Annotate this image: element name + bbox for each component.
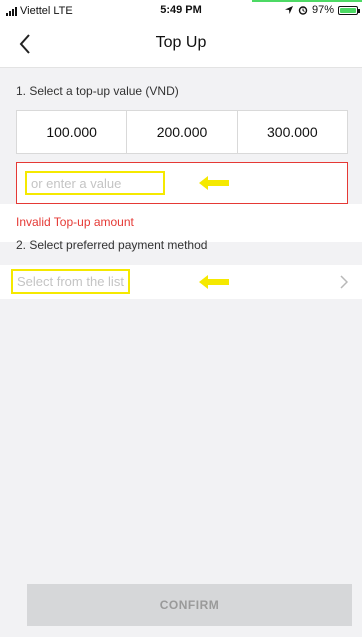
arrow-left-icon	[199, 176, 229, 190]
battery-percent: 97%	[311, 4, 334, 16]
status-bar: Viettel LTE 5:49 PM 97%	[0, 0, 362, 20]
amount-options: 100.000 200.000 300.000	[16, 110, 348, 154]
confirm-button[interactable]: CONFIRM	[27, 584, 352, 626]
amount-option-200000[interactable]: 200.000	[127, 111, 238, 153]
payment-method-placeholder: Select from the list	[11, 269, 130, 294]
alarm-icon	[298, 6, 308, 15]
custom-amount-input[interactable]	[25, 171, 165, 195]
chevron-right-icon	[340, 275, 348, 289]
nav-bar: Top Up	[0, 20, 362, 68]
content-area: 1. Select a top-up value (VND) 100.000 2…	[0, 68, 362, 637]
page-title: Top Up	[155, 34, 207, 51]
arrow-left-icon	[199, 275, 229, 289]
battery-icon	[338, 5, 360, 15]
top-up-screen: Viettel LTE 5:49 PM 97% Top Up 1. Select…	[0, 0, 362, 637]
amount-section-label: 1. Select a top-up value (VND)	[16, 84, 179, 98]
status-bar-accent	[252, 0, 362, 2]
custom-amount-field	[16, 162, 348, 204]
amount-option-300000[interactable]: 300.000	[238, 111, 347, 153]
status-bar-right: 97%	[284, 4, 360, 16]
payment-section-label: 2. Select preferred payment method	[16, 238, 208, 252]
amount-option-100000[interactable]: 100.000	[17, 111, 128, 153]
location-icon	[284, 6, 293, 14]
error-message: Invalid Top-up amount	[16, 215, 134, 229]
payment-method-selector[interactable]: Select from the list	[0, 265, 362, 299]
